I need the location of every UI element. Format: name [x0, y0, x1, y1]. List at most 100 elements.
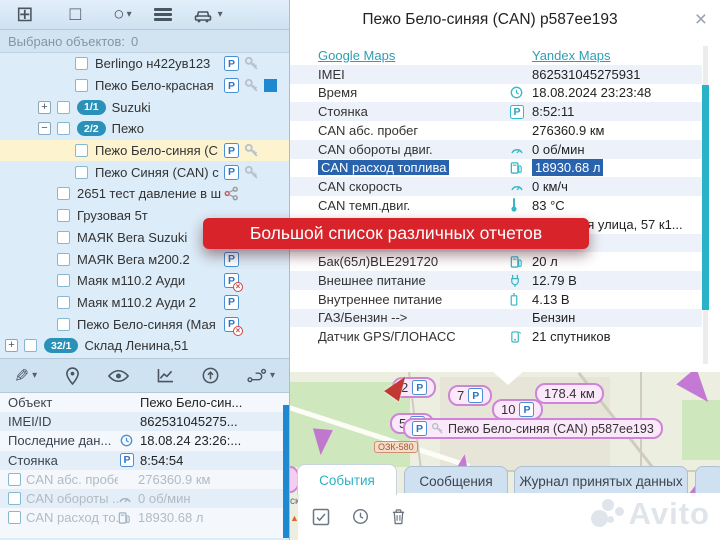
- trash-icon[interactable]: [391, 508, 406, 525]
- checkbox[interactable]: [75, 144, 88, 157]
- circle-select-button[interactable]: ○▾: [113, 5, 132, 24]
- info-row-time: Время 18.08.2024 23:23:48: [290, 84, 702, 103]
- tab-events[interactable]: События: [297, 464, 397, 495]
- group-count-badge: 1/1: [77, 100, 106, 115]
- locate-button[interactable]: [65, 367, 80, 385]
- parking-icon: P: [412, 421, 427, 436]
- checkbox[interactable]: [24, 339, 37, 352]
- popup-title: Пежо Бело-синяя (CAN) p587ee193: [290, 11, 690, 29]
- clock-icon: [120, 434, 133, 447]
- add-unit-button[interactable]: ⊞: [16, 4, 34, 25]
- checkbox[interactable]: [8, 492, 21, 505]
- parking-error-icon: P×: [224, 317, 239, 332]
- popup-scrollbar-thumb[interactable]: [702, 85, 709, 310]
- tree-item[interactable]: Маяк м110.2 Ауди 2 P: [0, 292, 289, 314]
- checkbox[interactable]: [57, 274, 70, 287]
- tree-item[interactable]: Пежо Бело-красная P: [0, 75, 289, 97]
- checkbox[interactable]: [75, 57, 88, 70]
- checkbox[interactable]: [57, 209, 70, 222]
- parking-icon: P: [120, 453, 134, 467]
- collapse-toggle[interactable]: −: [38, 122, 51, 135]
- send-command-button[interactable]: [202, 367, 219, 384]
- tab-messages[interactable]: Сообщения: [404, 466, 508, 496]
- route-icon: [247, 368, 267, 383]
- tree-item[interactable]: Пежо Бело-синяя (Мая P×: [0, 313, 289, 335]
- selection-header: Выбрано объектов:0: [0, 30, 289, 53]
- gps-tracking-app: 2 P 7 P 10 P 178.4 км 5 P P Пежо Бело-си…: [0, 0, 720, 540]
- expand-toggle[interactable]: +: [38, 101, 51, 114]
- charts-button[interactable]: [157, 368, 174, 383]
- clock-icon: [510, 86, 523, 99]
- checkbox[interactable]: [57, 253, 70, 266]
- map-vehicle-label[interactable]: P Пежо Бело-синяя (CAN) p587ee193: [403, 418, 663, 439]
- checkbox[interactable]: [57, 318, 70, 331]
- checkbox[interactable]: [57, 101, 70, 114]
- parking-icon: P: [224, 295, 239, 310]
- parking-icon: P: [224, 165, 239, 180]
- info-row-can-mileage: CAN абс. пробег 276360.9 км: [290, 121, 702, 140]
- tree-item[interactable]: Пежо Синяя (CAN) с P: [0, 161, 289, 183]
- tree-group[interactable]: − 2/2 Пежо: [0, 118, 289, 140]
- tree-item[interactable]: 2651 тест давление в ш: [0, 183, 289, 205]
- checkbox[interactable]: [57, 296, 70, 309]
- gauge-icon: [510, 144, 524, 155]
- checkbox[interactable]: [8, 473, 21, 486]
- plug-icon: [510, 274, 520, 287]
- routes-button[interactable]: ▾: [247, 368, 275, 383]
- expand-toggle[interactable]: +: [5, 339, 18, 352]
- edit-button[interactable]: ✎▾: [14, 367, 37, 385]
- close-icon[interactable]: ×: [695, 9, 707, 30]
- shape-select-button[interactable]: □: [70, 5, 81, 24]
- time-filter-icon[interactable]: [352, 508, 369, 525]
- tab-data-log[interactable]: Журнал принятых данных: [514, 466, 688, 496]
- checkbox[interactable]: [75, 79, 88, 92]
- info-row-can-rpm: CAN обороты двиг. 0 об/мин: [290, 140, 702, 159]
- parking-icon: P: [510, 105, 524, 119]
- checkbox[interactable]: [75, 166, 88, 179]
- detail-row-parking: Стоянка P 8:54:54: [0, 451, 289, 470]
- map-geofence-label: ОЗК-580: [374, 441, 418, 453]
- select-all-checkbox-icon[interactable]: [312, 508, 330, 526]
- unit-actions-toolbar: ✎▾ ▾: [0, 358, 289, 393]
- yandex-maps-link[interactable]: Yandex Maps: [532, 48, 611, 63]
- map-marker-10[interactable]: 10 P: [492, 399, 543, 420]
- parking-icon: P: [468, 388, 483, 403]
- track-color-swatch[interactable]: [264, 79, 277, 92]
- google-maps-link[interactable]: Google Maps: [318, 48, 395, 63]
- parking-icon: P: [412, 380, 427, 395]
- details-scrollbar-thumb[interactable]: [283, 405, 289, 538]
- chevron-down-icon: ▾: [32, 370, 37, 381]
- units-tree: Berlingo н422ув123 P Пежо Бело-красная P…: [0, 53, 289, 358]
- tree-group[interactable]: + 32/1 Склад Ленина,51: [0, 335, 289, 357]
- detail-row-can-rpm: CAN обороты ... 0 об/мин: [0, 489, 289, 508]
- map-marker-7[interactable]: 7 P: [448, 385, 492, 406]
- tree-item[interactable]: Berlingo н422ув123 P: [0, 53, 289, 75]
- detail-row-can-fuel: CAN расход то... 18930.68 л: [0, 508, 289, 527]
- map-green-area: [682, 400, 720, 460]
- parking-icon: P: [519, 402, 534, 417]
- list-view-button[interactable]: [154, 6, 172, 24]
- parking-icon: P: [224, 143, 239, 158]
- checkbox[interactable]: [57, 231, 70, 244]
- tree-group[interactable]: + 1/1 Suzuki: [0, 96, 289, 118]
- tree-item[interactable]: Маяк м110.2 Ауди P×: [0, 270, 289, 292]
- visibility-button[interactable]: [108, 369, 129, 383]
- chevron-down-icon: ▾: [218, 9, 223, 20]
- checkbox[interactable]: [57, 122, 70, 135]
- checkbox[interactable]: [57, 187, 70, 200]
- info-row-parking: Стоянка P 8:52:11: [290, 102, 702, 121]
- tree-item-selected[interactable]: Пежо Бело-синяя (С P: [0, 140, 289, 162]
- marker-count: 10: [501, 402, 515, 417]
- info-row-tank: Бак(65л)BLE291720 20 л: [290, 252, 702, 271]
- parking-icon: P: [224, 78, 239, 93]
- info-row-can-speed: CAN скорость 0 км/ч: [290, 177, 702, 196]
- eye-icon: [108, 369, 129, 383]
- checkbox[interactable]: [8, 511, 21, 524]
- tree-item[interactable]: МАЯК Вега м200.2 P: [0, 248, 289, 270]
- left-panel: ⊞ □ ○▾ ▾ Выбрано объектов:0 Berlingo н42…: [0, 0, 290, 540]
- tab-next[interactable]: [695, 466, 720, 496]
- info-row-gas-petrol: ГАЗ/Бензин --> Бензин: [290, 309, 702, 328]
- group-count-badge: 2/2: [77, 121, 106, 136]
- gauge-icon: [510, 181, 524, 192]
- vehicle-filter-button[interactable]: ▾: [194, 7, 223, 23]
